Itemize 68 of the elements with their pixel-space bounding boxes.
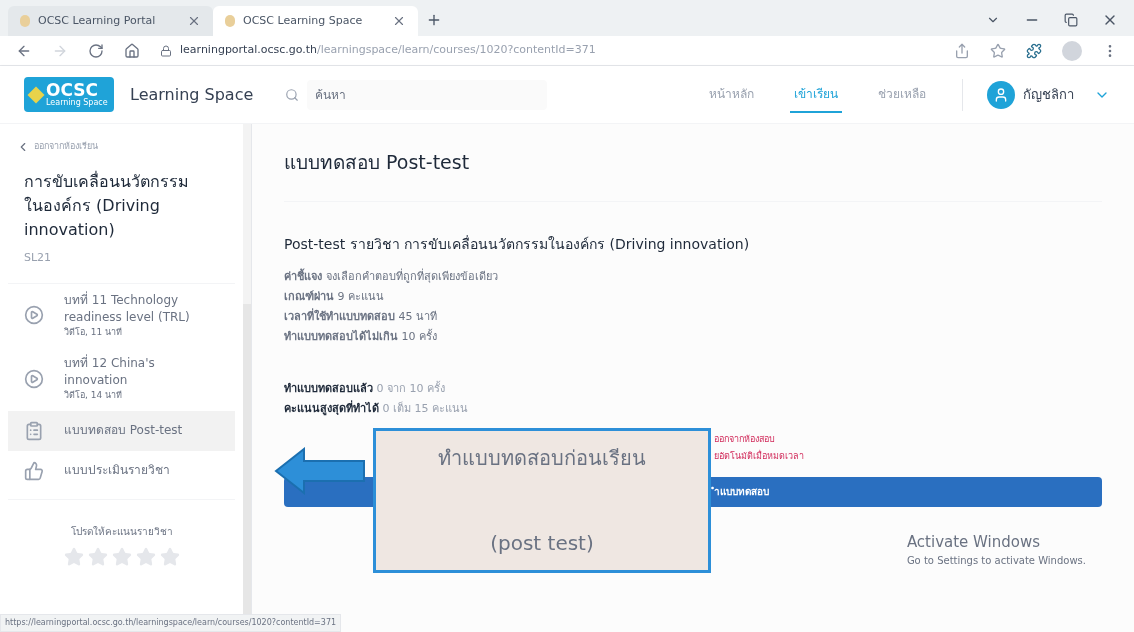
star-icon[interactable] [159,546,180,567]
lesson-meta: วิดีโอ, 14 นาที [64,389,124,402]
home-icon[interactable] [124,42,140,59]
activation-title: Activate Windows [906,531,1042,553]
tab-title: OCSC Learning Space [243,12,364,29]
callout-text: ทำแบบทดสอบก่อนเรียน [438,445,646,472]
attempt-info: คะแนนสูงสุดที่ทำได้ 0 เต็ม 15 คะแนน [284,399,469,418]
search-icon [285,87,300,102]
course-code: SL21 [23,250,53,266]
warning-note: ยอัตโนมัติเมื่อหมดเวลา [714,449,805,463]
test-info: ทำแบบทดสอบได้ไม่เกิน 10 ครั้ง [284,328,438,345]
activation-subtitle: Go to Settings to activate Windows. [906,554,1086,568]
star-icon[interactable] [135,546,156,567]
play-icon [24,368,44,389]
test-info: เวลาที่ใช้ทำแบบทดสอบ 45 นาที [284,307,438,325]
nav-link[interactable]: ช่วยเหลือ [874,76,930,113]
nav-link[interactable]: หน้าหลัก [705,76,758,113]
lesson-title: แบบประเมินรายวิชา [64,462,170,479]
thumbs-up-icon [24,460,44,481]
test-info: ค่าชี้แจง จงเลือกคำตอบที่ถูกที่สุดเพียงข้อเดียว [284,267,499,285]
avatar-icon [987,80,1015,109]
lesson-item[interactable]: แบบประเมินรายวิชา [8,450,235,491]
share-icon[interactable] [954,42,970,59]
lesson-item[interactable]: บทที่ 11 Technology readiness level (TRL) วิดีโอ, 11 นาที [8,283,235,347]
left-arrow-icon [274,447,366,495]
extensions-icon[interactable] [1026,42,1042,59]
test-info: เกณฑ์ผ่าน 9 คะแนน [284,288,385,305]
star-icon[interactable] [87,546,108,567]
url-status-tooltip: https://learningportal.ocsc.go.th/learningspace/learn/courses/1020?contentId=371 [0,614,342,632]
search-field[interactable]: ค้นหา [307,79,548,110]
attempt-info: ทำแบบทดสอบแล้ว 0 จาก 10 ครั้ง [284,380,446,397]
close-icon[interactable] [392,14,406,28]
rating-prompt: โปรดให้คะแนนรายวิชา [69,524,174,539]
tab-title: OCSC Learning Portal [38,12,157,29]
course-title: การขับเคลื่อนนวัตกรรมในองค์กร (Driving innovation) [23,170,190,241]
bookmark-icon[interactable] [990,42,1006,59]
address-field[interactable]: learningportal.ocsc.go.th/learningspace/learn/courses/1020?contentId=371 [160,42,934,59]
page-heading: แบบทดสอบ Post-test [284,150,471,175]
close-icon[interactable] [187,14,201,28]
browser-tab[interactable]: OCSC Learning Space [213,6,418,36]
logo-text: OCSC [46,82,98,99]
lesson-title: แบบทดสอบ Post-test [64,422,183,439]
reload-icon[interactable] [88,42,104,59]
restore-icon[interactable] [1064,13,1078,27]
test-title: Post-test รายวิชา การขับเคลื่อนนวัตกรรมในองค์กร (Driving innovation) [284,234,751,254]
favicon-icon [20,15,30,27]
warning-note: ออกจากห้องสอบ [714,432,776,446]
user-menu[interactable]: กัญชลิกา [987,80,1110,109]
new-tab-icon[interactable] [426,12,442,28]
play-icon [24,305,44,326]
lesson-meta: วิดีโอ, 11 นาที [64,325,124,339]
site-title: Learning Space [130,83,254,106]
callout-text: (post test) [490,530,594,557]
back-link[interactable]: ออกจากห้องเรียน [8,140,235,154]
nav-link[interactable]: เข้าเรียน [790,76,842,113]
logo-subtext: Learning Space [46,99,108,107]
lesson-title: บทที่ 12 China's innovation [64,355,156,389]
star-icon[interactable] [111,546,132,567]
favicon-icon [225,15,235,27]
url-host: learningportal.ocsc.go.th [180,42,318,59]
lesson-title: บทที่ 11 Technology readiness level (TRL) [64,291,191,326]
lesson-item[interactable]: แบบทดสอบ Post-test [8,410,235,451]
star-icon[interactable] [63,546,84,567]
lock-icon [160,44,172,57]
list-icon [24,420,44,441]
lesson-item[interactable]: บทที่ 12 China's innovation วิดีโอ, 14 นาที [8,347,235,411]
browser-tab[interactable]: OCSC Learning Portal [8,6,213,36]
url-path: /learningspace/learn/courses/1020?contentId=371 [317,42,596,59]
